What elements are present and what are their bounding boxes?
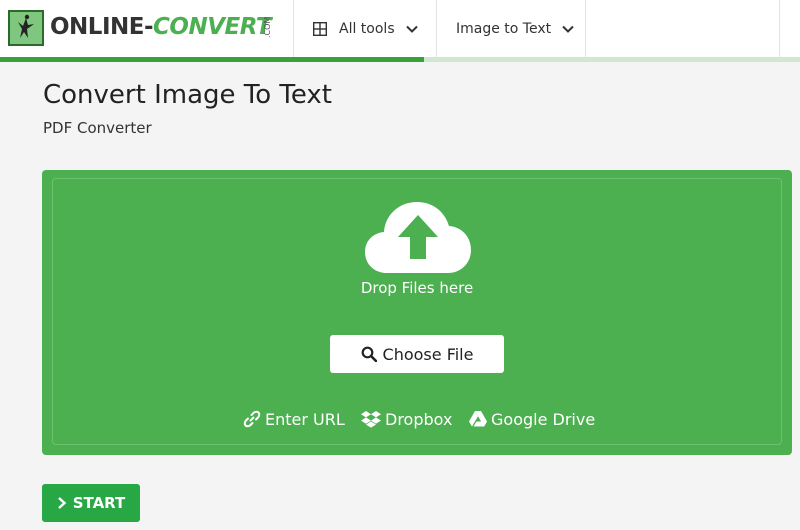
google-drive-link[interactable]: Google Drive bbox=[469, 408, 595, 430]
site-header: ONLINE-CONVERT .COM All tools Image to T… bbox=[0, 0, 800, 57]
nav-all-tools-label: All tools bbox=[339, 20, 395, 37]
grid-icon bbox=[313, 21, 327, 36]
nav-divider bbox=[436, 0, 437, 57]
google-drive-icon bbox=[469, 411, 487, 427]
nav-all-tools[interactable]: All tools bbox=[313, 0, 419, 57]
enter-url-link[interactable]: Enter URL bbox=[243, 408, 345, 430]
search-icon bbox=[361, 346, 377, 362]
logo-text: ONLINE-CONVERT bbox=[50, 14, 272, 40]
nav-divider bbox=[585, 0, 586, 57]
page-subtitle: PDF Converter bbox=[43, 119, 152, 137]
chevron-down-icon bbox=[405, 25, 418, 33]
link-icon bbox=[243, 410, 261, 428]
nav-divider bbox=[293, 0, 294, 57]
site-logo[interactable]: ONLINE-CONVERT .COM bbox=[8, 10, 290, 47]
logo-com-text: .COM bbox=[263, 16, 272, 38]
nav-image-to-text-label: Image to Text bbox=[456, 20, 552, 37]
page-title: Convert Image To Text bbox=[43, 80, 332, 110]
start-label: START bbox=[72, 494, 126, 512]
dropbox-label: Dropbox bbox=[385, 409, 453, 429]
nav-divider bbox=[779, 0, 780, 57]
choose-file-button[interactable]: Choose File bbox=[330, 335, 504, 373]
enter-url-label: Enter URL bbox=[265, 409, 345, 429]
dropbox-link[interactable]: Dropbox bbox=[361, 408, 452, 430]
drop-files-label: Drop Files here bbox=[360, 279, 474, 297]
nav-image-to-text[interactable]: Image to Text bbox=[456, 0, 575, 57]
progress-bar bbox=[0, 57, 800, 62]
chevron-down-icon bbox=[562, 25, 574, 33]
google-drive-label: Google Drive bbox=[491, 409, 596, 429]
chevron-right-icon bbox=[57, 497, 66, 509]
dropbox-icon bbox=[361, 411, 381, 428]
logo-icon bbox=[8, 10, 44, 46]
start-button[interactable]: START bbox=[42, 484, 140, 522]
cloud-upload-icon bbox=[365, 202, 471, 273]
choose-file-label: Choose File bbox=[382, 344, 474, 364]
progress-fill bbox=[0, 57, 424, 62]
